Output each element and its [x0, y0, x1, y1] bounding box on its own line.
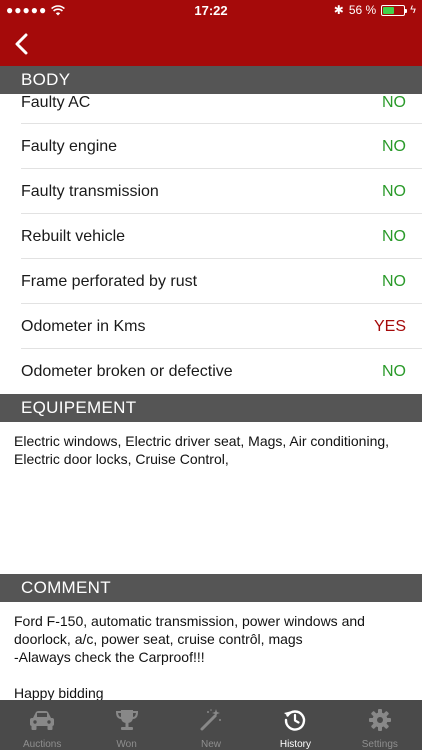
battery-percent: 56 % — [348, 3, 377, 17]
equipment-text-block: Electric windows, Electric driver seat, … — [0, 422, 422, 574]
table-row: Faulty AC NO — [0, 94, 422, 124]
detail-scroll[interactable]: BODY Faulty AC NO Faulty engine NO Fault… — [0, 66, 422, 700]
tab-label: Won — [116, 739, 137, 750]
row-label: Odometer in Kms — [21, 317, 146, 335]
tab-auctions[interactable]: Auctions — [0, 700, 84, 750]
magic-wand-icon — [197, 708, 225, 732]
row-value: NO — [382, 362, 406, 380]
table-row: Faulty transmission NO — [0, 169, 422, 214]
charging-icon: ϟ — [410, 4, 416, 16]
history-icon — [281, 708, 309, 732]
tab-label: Settings — [361, 739, 398, 750]
row-label: Rebuilt vehicle — [21, 227, 126, 245]
tab-label: History — [279, 739, 311, 750]
row-label: Frame perforated by rust — [21, 272, 198, 290]
status-right: ✱ 56 % ϟ — [334, 3, 416, 17]
table-row: Odometer broken or defective NO — [0, 349, 422, 394]
car-icon — [28, 708, 56, 732]
tab-new[interactable]: New — [169, 700, 253, 750]
tab-history[interactable]: History — [253, 700, 337, 750]
section-header-body: BODY — [0, 66, 422, 94]
body-rows: Faulty AC NO Faulty engine NO Faulty tra… — [0, 94, 422, 394]
table-row: Faulty engine NO — [0, 124, 422, 169]
row-label: Odometer broken or defective — [21, 362, 233, 380]
battery-fill — [383, 6, 395, 14]
comment-line: -Alaways check the Carproof!!! — [14, 649, 205, 665]
gear-icon — [366, 708, 394, 732]
row-label: Faulty transmission — [21, 182, 159, 200]
trophy-icon — [113, 708, 141, 732]
bluetooth-icon: ✱ — [333, 3, 344, 17]
tab-label: Auctions — [23, 739, 62, 750]
comment-text-block: Ford F-150, automatic transmission, powe… — [0, 602, 422, 700]
tab-label: New — [201, 739, 222, 750]
table-row: Rebuilt vehicle NO — [0, 214, 422, 259]
tab-bar: Auctions Won New History Settings — [0, 700, 422, 750]
table-row: Frame perforated by rust NO — [0, 259, 422, 304]
row-value: NO — [382, 182, 406, 200]
row-value: YES — [373, 317, 406, 335]
table-row: Odometer in Kms YES — [0, 304, 422, 349]
row-label: Faulty AC — [21, 94, 91, 111]
row-value: NO — [382, 227, 406, 245]
section-header-comment: COMMENT — [0, 574, 422, 602]
tab-won[interactable]: Won — [84, 700, 168, 750]
back-button[interactable] — [8, 30, 36, 58]
comment-line: Happy bidding — [14, 685, 104, 700]
comment-line — [14, 666, 408, 684]
equipment-text: Electric windows, Electric driver seat, … — [14, 433, 390, 467]
row-value: NO — [382, 272, 406, 290]
battery-icon — [381, 4, 408, 16]
comment-line: Ford F-150, automatic transmission, powe… — [14, 613, 365, 647]
status-bar: ●●●●● 17:22 ✱ 56 % ϟ — [0, 0, 422, 22]
row-value: NO — [382, 94, 406, 111]
row-value: NO — [382, 137, 406, 155]
section-title: EQUIPEMENT — [21, 398, 137, 417]
section-header-equipment: EQUIPEMENT — [0, 394, 422, 422]
section-title: BODY — [21, 70, 71, 89]
row-label: Faulty engine — [21, 137, 118, 155]
section-title: COMMENT — [21, 578, 111, 597]
tab-settings[interactable]: Settings — [338, 700, 422, 750]
chevron-left-icon — [15, 33, 28, 55]
nav-bar — [0, 22, 422, 66]
